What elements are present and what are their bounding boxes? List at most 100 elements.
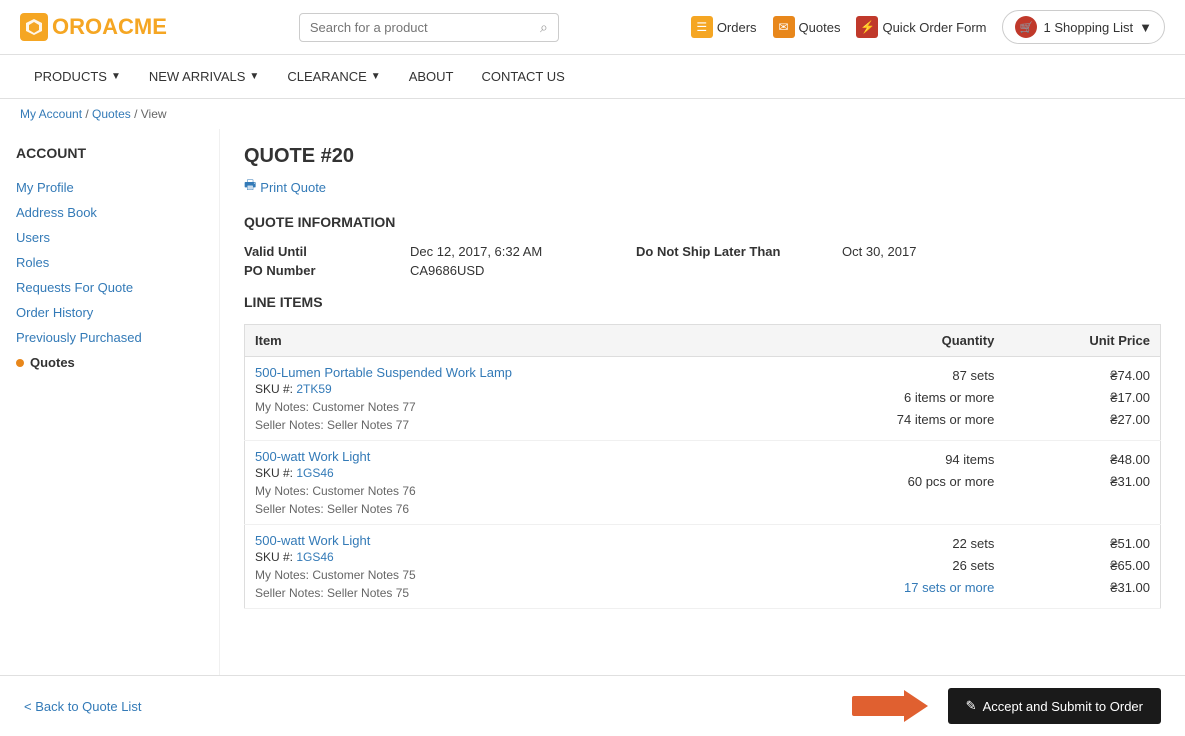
quick-order-icon: ⚡ bbox=[856, 16, 878, 38]
valid-until-label: Valid Until bbox=[244, 244, 404, 259]
line-items-table: Item Quantity Unit Price 500-Lumen Porta… bbox=[244, 324, 1161, 609]
col-quantity-header: Quantity bbox=[778, 325, 1004, 357]
sidebar: ACCOUNT My Profile Address Book Users Ro… bbox=[0, 129, 220, 689]
sidebar-item-requests-for-quote[interactable]: Requests For Quote bbox=[10, 275, 209, 300]
logo-text: OROACME bbox=[52, 14, 167, 40]
accept-submit-button[interactable]: ✎ Accept and Submit to Order bbox=[948, 688, 1161, 724]
shopping-list-icon: 🛒 bbox=[1015, 16, 1037, 38]
quote-title: QUOTE #20 bbox=[244, 145, 1161, 168]
item-qty-3: 22 sets 26 sets 17 sets or more bbox=[778, 525, 1004, 609]
table-row: 500-watt Work Light SKU #: 1GS46 My Note… bbox=[245, 441, 1161, 525]
orders-icon: ☰ bbox=[691, 16, 713, 38]
item-sku-1: SKU #: 2TK59 bbox=[255, 382, 768, 396]
new-arrivals-dropdown-icon: ▼ bbox=[249, 71, 259, 82]
nav-products[interactable]: PRODUCTS ▼ bbox=[20, 55, 135, 99]
line-items-title: LINE ITEMS bbox=[244, 294, 1161, 314]
breadcrumb: My Account / Quotes / View bbox=[0, 99, 1185, 129]
breadcrumb-quotes[interactable]: Quotes bbox=[92, 107, 131, 121]
col-item-header: Item bbox=[245, 325, 779, 357]
shopping-list-chevron-icon: ▼ bbox=[1139, 20, 1152, 35]
footer-right: ✎ Accept and Submit to Order bbox=[852, 688, 1161, 724]
search-icon: ⌕ bbox=[540, 19, 548, 36]
orders-link[interactable]: ☰ Orders bbox=[691, 16, 757, 38]
valid-until-value: Dec 12, 2017, 6:32 AM bbox=[410, 244, 630, 259]
search-bar[interactable]: ⌕ bbox=[299, 13, 559, 42]
item-sku-3: SKU #: 1GS46 bbox=[255, 550, 768, 564]
item-name-3: 500-watt Work Light bbox=[255, 533, 768, 548]
quotes-link[interactable]: ✉ Quotes bbox=[773, 16, 841, 38]
sidebar-item-users[interactable]: Users bbox=[10, 225, 209, 250]
item-seller-notes-1: Seller Notes: Seller Notes 77 bbox=[255, 418, 768, 432]
breadcrumb-view: View bbox=[141, 107, 167, 121]
line-items-section: LINE ITEMS Item Quantity Unit Price 500-… bbox=[244, 294, 1161, 609]
quotes-label: Quotes bbox=[799, 20, 841, 35]
item-my-notes-1: My Notes: Customer Notes 77 bbox=[255, 400, 768, 414]
back-to-quote-list-link[interactable]: < Back to Quote List bbox=[24, 699, 141, 714]
table-row: 500-watt Work Light SKU #: 1GS46 My Note… bbox=[245, 525, 1161, 609]
item-my-notes-3: My Notes: Customer Notes 75 bbox=[255, 568, 768, 582]
item-seller-notes-2: Seller Notes: Seller Notes 76 bbox=[255, 502, 768, 516]
quick-order-link[interactable]: ⚡ Quick Order Form bbox=[856, 16, 986, 38]
arrow-indicator bbox=[852, 690, 932, 722]
quote-info-row1: Valid Until Dec 12, 2017, 6:32 AM Do Not… bbox=[244, 244, 1161, 259]
arrow-body bbox=[852, 696, 908, 716]
orders-label: Orders bbox=[717, 20, 757, 35]
clearance-dropdown-icon: ▼ bbox=[371, 71, 381, 82]
content-area: QUOTE #20 🖶 Print Quote QUOTE INFORMATIO… bbox=[220, 129, 1185, 689]
print-icon: 🖶 bbox=[244, 176, 256, 198]
item-name-1: 500-Lumen Portable Suspended Work Lamp bbox=[255, 365, 768, 380]
quote-info-row2: PO Number CA9686USD bbox=[244, 263, 1161, 278]
breadcrumb-sep2: / bbox=[134, 107, 141, 121]
main-content: ACCOUNT My Profile Address Book Users Ro… bbox=[0, 129, 1185, 689]
nav-clearance[interactable]: CLEARANCE ▼ bbox=[273, 55, 394, 99]
item-sku-2: SKU #: 1GS46 bbox=[255, 466, 768, 480]
item-name-link-3[interactable]: 500-watt Work Light bbox=[255, 533, 370, 548]
item-price-3: ₴51.00 ₴65.00 ₴31.00 bbox=[1004, 525, 1160, 609]
po-number-value: CA9686USD bbox=[410, 263, 630, 278]
item-name-2: 500-watt Work Light bbox=[255, 449, 768, 464]
item-name-link-1[interactable]: 500-Lumen Portable Suspended Work Lamp bbox=[255, 365, 512, 380]
quote-info-section-title: QUOTE INFORMATION bbox=[244, 214, 1161, 234]
sidebar-item-quotes[interactable]: Quotes bbox=[10, 350, 209, 375]
do-not-ship-label: Do Not Ship Later Than bbox=[636, 244, 836, 259]
item-sku-link-2[interactable]: 1GS46 bbox=[296, 466, 333, 480]
breadcrumb-my-account[interactable]: My Account bbox=[20, 107, 82, 121]
item-price-2: ₴48.00 ₴31.00 bbox=[1004, 441, 1160, 525]
item-seller-notes-3: Seller Notes: Seller Notes 75 bbox=[255, 586, 768, 600]
nav-contact[interactable]: CONTACT US bbox=[468, 55, 579, 99]
sidebar-title: ACCOUNT bbox=[10, 145, 209, 161]
header-actions: ☰ Orders ✉ Quotes ⚡ Quick Order Form 🛒 1… bbox=[691, 10, 1165, 44]
active-indicator bbox=[16, 359, 24, 367]
col-unit-price-header: Unit Price bbox=[1004, 325, 1160, 357]
table-row: 500-Lumen Portable Suspended Work Lamp S… bbox=[245, 357, 1161, 441]
accept-submit-icon: ✎ bbox=[966, 698, 977, 714]
shopping-list-label: 1 Shopping List bbox=[1043, 20, 1133, 35]
logo[interactable]: OROACME bbox=[20, 13, 167, 41]
logo-icon bbox=[20, 13, 48, 41]
footer-actions: < Back to Quote List ✎ Accept and Submit… bbox=[0, 675, 1185, 736]
item-sku-link-1[interactable]: 2TK59 bbox=[296, 382, 331, 396]
item-name-link-2[interactable]: 500-watt Work Light bbox=[255, 449, 370, 464]
item-my-notes-2: My Notes: Customer Notes 76 bbox=[255, 484, 768, 498]
shopping-list-button[interactable]: 🛒 1 Shopping List ▼ bbox=[1002, 10, 1165, 44]
arrow-head bbox=[904, 690, 928, 722]
sidebar-item-my-profile[interactable]: My Profile bbox=[10, 175, 209, 200]
sidebar-item-address-book[interactable]: Address Book bbox=[10, 200, 209, 225]
quote-info: Valid Until Dec 12, 2017, 6:32 AM Do Not… bbox=[244, 244, 1161, 278]
po-number-label: PO Number bbox=[244, 263, 404, 278]
sidebar-item-order-history[interactable]: Order History bbox=[10, 300, 209, 325]
do-not-ship-value: Oct 30, 2017 bbox=[842, 244, 1002, 259]
sidebar-item-previously-purchased[interactable]: Previously Purchased bbox=[10, 325, 209, 350]
print-quote-button[interactable]: 🖶 Print Quote bbox=[244, 176, 1161, 198]
top-header: OROACME ⌕ ☰ Orders ✉ Quotes ⚡ Quick Orde… bbox=[0, 0, 1185, 55]
nav-bar: PRODUCTS ▼ NEW ARRIVALS ▼ CLEARANCE ▼ AB… bbox=[0, 55, 1185, 99]
sidebar-item-roles[interactable]: Roles bbox=[10, 250, 209, 275]
quotes-icon: ✉ bbox=[773, 16, 795, 38]
item-qty-1: 87 sets 6 items or more 74 items or more bbox=[778, 357, 1004, 441]
item-sku-link-3[interactable]: 1GS46 bbox=[296, 550, 333, 564]
quick-order-label: Quick Order Form bbox=[882, 20, 986, 35]
nav-about[interactable]: ABOUT bbox=[395, 55, 468, 99]
nav-new-arrivals[interactable]: NEW ARRIVALS ▼ bbox=[135, 55, 273, 99]
search-input[interactable] bbox=[310, 20, 540, 35]
item-qty-2: 94 items 60 pcs or more bbox=[778, 441, 1004, 525]
